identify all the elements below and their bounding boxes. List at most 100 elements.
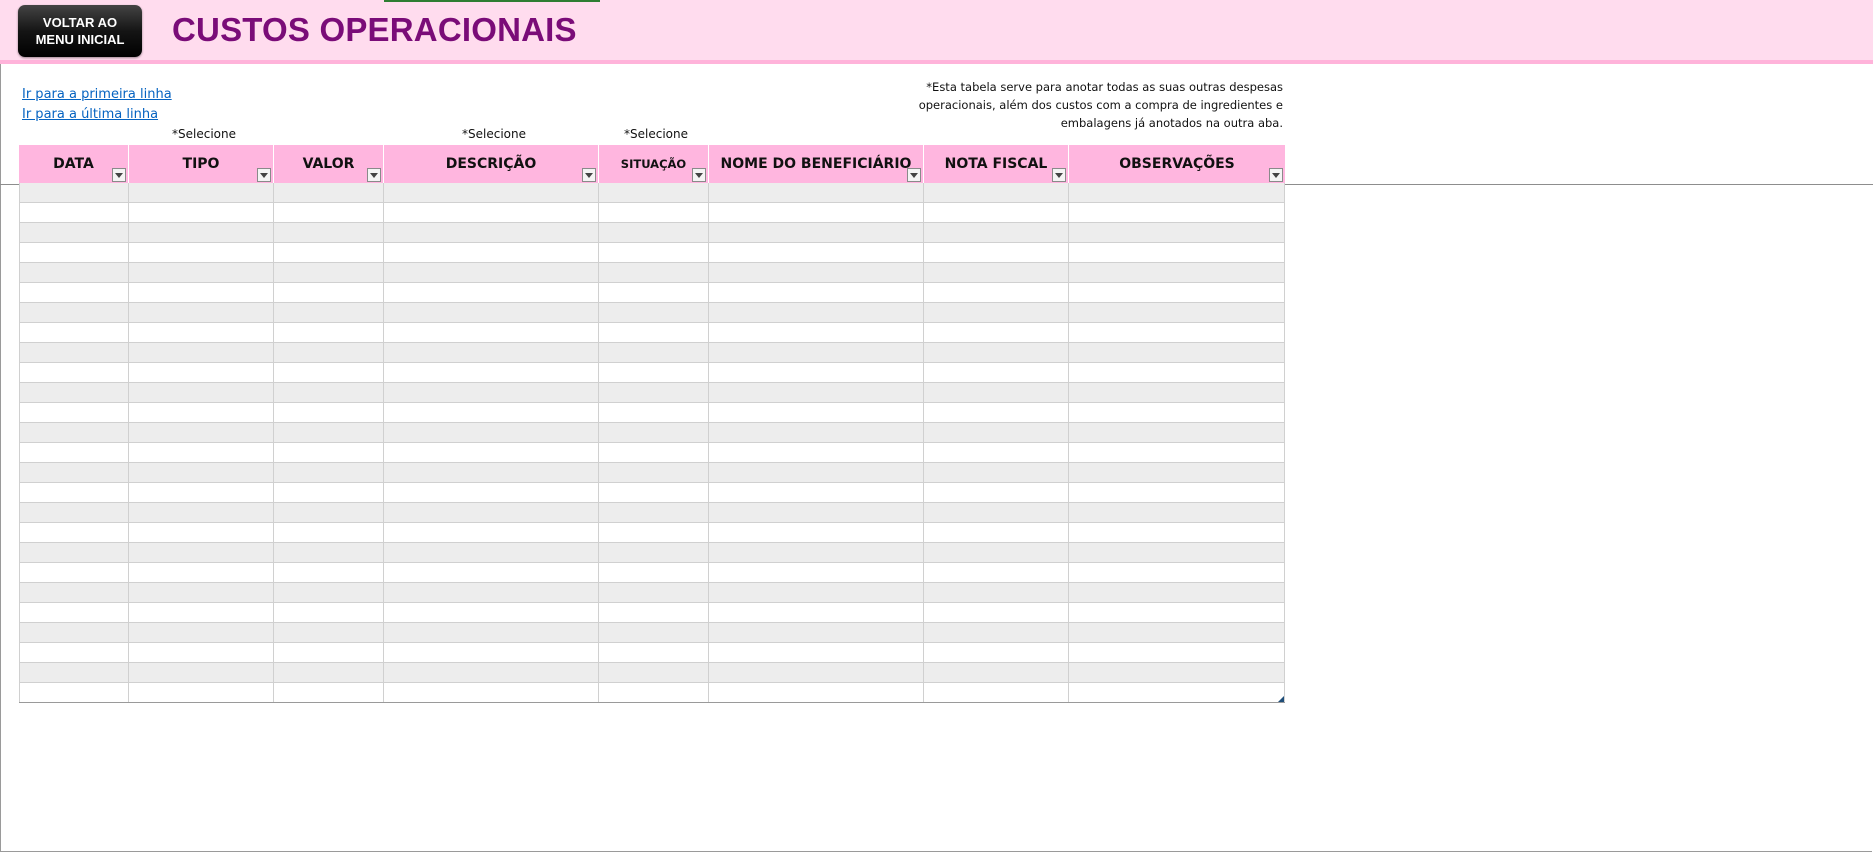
table-cell-beneficiario[interactable]: [709, 243, 924, 262]
table-cell-data[interactable]: [19, 483, 129, 502]
table-cell-tipo[interactable]: [129, 523, 274, 542]
table-cell-situacao[interactable]: [599, 363, 709, 382]
table-cell-observacoes[interactable]: [1069, 623, 1285, 642]
table-cell-observacoes[interactable]: [1069, 423, 1285, 442]
table-cell-beneficiario[interactable]: [709, 503, 924, 522]
table-cell-observacoes[interactable]: [1069, 183, 1285, 202]
table-cell-tipo[interactable]: [129, 183, 274, 202]
table-cell-valor[interactable]: [274, 183, 384, 202]
table-cell-descricao[interactable]: [384, 523, 599, 542]
table-cell-descricao[interactable]: [384, 203, 599, 222]
table-cell-valor[interactable]: [274, 643, 384, 662]
table-cell-observacoes[interactable]: [1069, 343, 1285, 362]
table-cell-tipo[interactable]: [129, 463, 274, 482]
table-cell-situacao[interactable]: [599, 183, 709, 202]
table-cell-tipo[interactable]: [129, 403, 274, 422]
table-cell-valor[interactable]: [274, 503, 384, 522]
table-cell-nota_fiscal[interactable]: [924, 363, 1069, 382]
table-cell-valor[interactable]: [274, 683, 384, 702]
table-cell-situacao[interactable]: [599, 323, 709, 342]
table-cell-nota_fiscal[interactable]: [924, 603, 1069, 622]
table-cell-descricao[interactable]: [384, 623, 599, 642]
table-cell-nota_fiscal[interactable]: [924, 643, 1069, 662]
table-cell-beneficiario[interactable]: [709, 483, 924, 502]
table-cell-valor[interactable]: [274, 363, 384, 382]
table-cell-data[interactable]: [19, 183, 129, 202]
table-cell-beneficiario[interactable]: [709, 303, 924, 322]
table-cell-situacao[interactable]: [599, 383, 709, 402]
table-cell-data[interactable]: [19, 543, 129, 562]
table-cell-beneficiario[interactable]: [709, 443, 924, 462]
table-cell-tipo[interactable]: [129, 603, 274, 622]
table-cell-tipo[interactable]: [129, 303, 274, 322]
table-cell-descricao[interactable]: [384, 583, 599, 602]
table-cell-observacoes[interactable]: [1069, 303, 1285, 322]
table-cell-nota_fiscal[interactable]: [924, 423, 1069, 442]
table-cell-beneficiario[interactable]: [709, 203, 924, 222]
filter-dropdown-icon[interactable]: [1052, 168, 1066, 182]
table-cell-observacoes[interactable]: [1069, 463, 1285, 482]
table-cell-valor[interactable]: [274, 383, 384, 402]
table-cell-valor[interactable]: [274, 523, 384, 542]
filter-dropdown-icon[interactable]: [582, 168, 596, 182]
filter-dropdown-icon[interactable]: [692, 168, 706, 182]
table-cell-nota_fiscal[interactable]: [924, 303, 1069, 322]
table-cell-observacoes[interactable]: [1069, 243, 1285, 262]
table-cell-descricao[interactable]: [384, 303, 599, 322]
table-cell-valor[interactable]: [274, 583, 384, 602]
filter-dropdown-icon[interactable]: [367, 168, 381, 182]
table-cell-data[interactable]: [19, 223, 129, 242]
table-cell-tipo[interactable]: [129, 423, 274, 442]
table-cell-data[interactable]: [19, 243, 129, 262]
table-cell-descricao[interactable]: [384, 383, 599, 402]
table-cell-descricao[interactable]: [384, 443, 599, 462]
table-cell-beneficiario[interactable]: [709, 283, 924, 302]
table-cell-data[interactable]: [19, 283, 129, 302]
table-cell-beneficiario[interactable]: [709, 423, 924, 442]
table-cell-nota_fiscal[interactable]: [924, 403, 1069, 422]
table-cell-nota_fiscal[interactable]: [924, 223, 1069, 242]
table-cell-observacoes[interactable]: [1069, 523, 1285, 542]
table-cell-nota_fiscal[interactable]: [924, 183, 1069, 202]
table-cell-nota_fiscal[interactable]: [924, 383, 1069, 402]
table-cell-descricao[interactable]: [384, 603, 599, 622]
table-cell-descricao[interactable]: [384, 263, 599, 282]
table-cell-situacao[interactable]: [599, 443, 709, 462]
table-cell-data[interactable]: [19, 343, 129, 362]
table-cell-data[interactable]: [19, 363, 129, 382]
table-cell-tipo[interactable]: [129, 283, 274, 302]
table-cell-data[interactable]: [19, 683, 129, 702]
table-cell-situacao[interactable]: [599, 403, 709, 422]
table-cell-nota_fiscal[interactable]: [924, 683, 1069, 702]
table-cell-nota_fiscal[interactable]: [924, 443, 1069, 462]
table-cell-nota_fiscal[interactable]: [924, 483, 1069, 502]
table-cell-beneficiario[interactable]: [709, 263, 924, 282]
table-cell-valor[interactable]: [274, 543, 384, 562]
table-cell-situacao[interactable]: [599, 583, 709, 602]
table-cell-situacao[interactable]: [599, 523, 709, 542]
table-cell-observacoes[interactable]: [1069, 203, 1285, 222]
table-cell-observacoes[interactable]: [1069, 383, 1285, 402]
table-cell-situacao[interactable]: [599, 683, 709, 702]
table-cell-data[interactable]: [19, 643, 129, 662]
table-cell-data[interactable]: [19, 663, 129, 682]
table-cell-data[interactable]: [19, 523, 129, 542]
table-cell-beneficiario[interactable]: [709, 323, 924, 342]
table-cell-beneficiario[interactable]: [709, 683, 924, 702]
table-cell-descricao[interactable]: [384, 323, 599, 342]
table-cell-tipo[interactable]: [129, 223, 274, 242]
table-cell-valor[interactable]: [274, 443, 384, 462]
table-cell-valor[interactable]: [274, 223, 384, 242]
table-cell-descricao[interactable]: [384, 283, 599, 302]
table-cell-valor[interactable]: [274, 243, 384, 262]
table-cell-situacao[interactable]: [599, 203, 709, 222]
table-cell-nota_fiscal[interactable]: [924, 263, 1069, 282]
table-cell-situacao[interactable]: [599, 663, 709, 682]
table-cell-nota_fiscal[interactable]: [924, 663, 1069, 682]
table-cell-beneficiario[interactable]: [709, 363, 924, 382]
table-cell-situacao[interactable]: [599, 563, 709, 582]
table-cell-valor[interactable]: [274, 463, 384, 482]
table-cell-observacoes[interactable]: [1069, 483, 1285, 502]
table-cell-data[interactable]: [19, 383, 129, 402]
table-cell-descricao[interactable]: [384, 183, 599, 202]
